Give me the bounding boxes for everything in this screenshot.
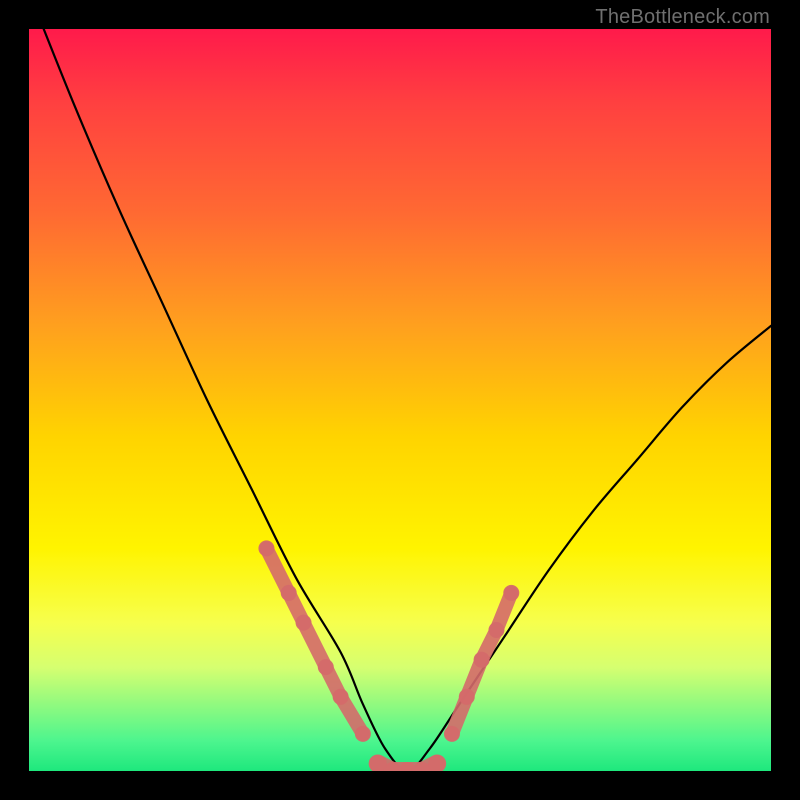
left-dots-dot-3 <box>318 659 334 675</box>
right-dots-dot-4 <box>503 585 519 601</box>
right-dots-dot-1 <box>459 689 475 705</box>
plot-area <box>29 29 771 771</box>
watermark-text: TheBottleneck.com <box>595 6 770 29</box>
left-dots-dot-5 <box>355 726 371 742</box>
left-dots-dot-4 <box>333 689 349 705</box>
right-dots-dot-3 <box>488 622 504 638</box>
chart-frame: TheBottleneck.com <box>0 0 800 800</box>
chart-svg <box>29 29 771 771</box>
chart-markers <box>258 540 519 771</box>
right-dots-dot-0 <box>444 726 460 742</box>
left-dots-dot-1 <box>281 585 297 601</box>
left-dots-segment <box>266 548 362 734</box>
left-dots-dot-0 <box>258 540 274 556</box>
left-dots-dot-2 <box>296 615 312 631</box>
right-dots-dot-2 <box>474 652 490 668</box>
chart-curve <box>29 29 771 771</box>
